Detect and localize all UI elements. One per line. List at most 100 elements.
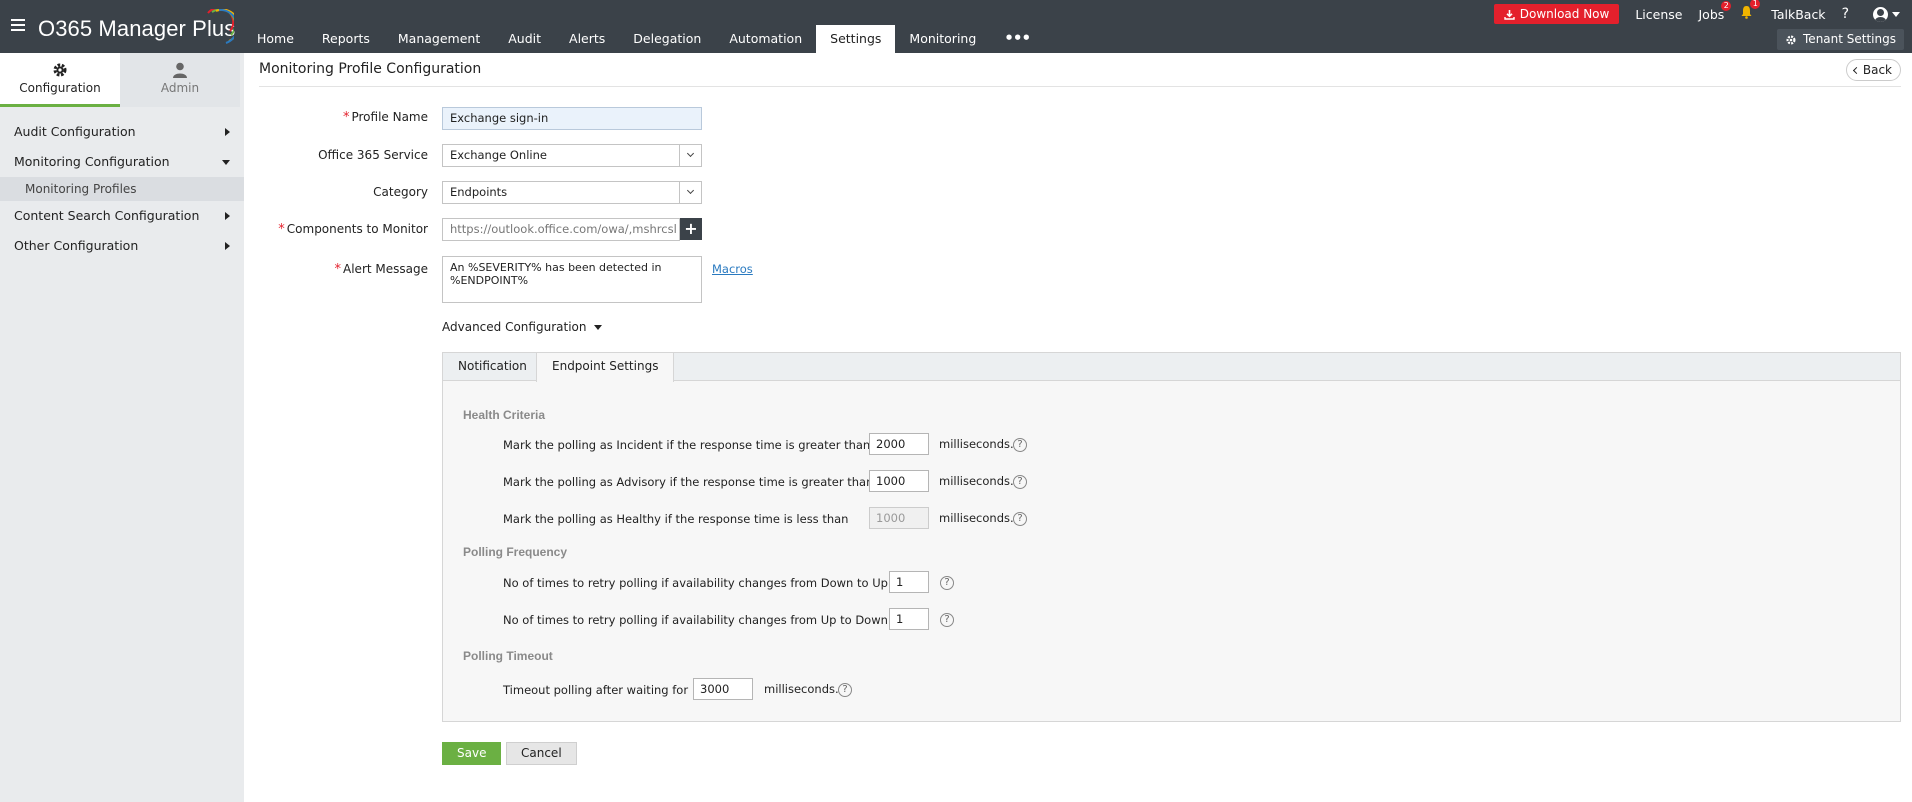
tenant-settings-button[interactable]: Tenant Settings xyxy=(1777,29,1904,50)
category-value: Endpoints xyxy=(450,185,508,199)
incident-threshold-input[interactable]: 2000 xyxy=(869,433,929,455)
sidebar-tab-configuration-label: Configuration xyxy=(19,81,101,95)
incident-unit: milliseconds. xyxy=(939,437,1014,451)
sidebar: Configuration Admin Audit Configuration … xyxy=(0,53,244,802)
user-avatar-icon xyxy=(1873,6,1888,22)
chevron-left-icon xyxy=(1852,66,1860,74)
nav-reports[interactable]: Reports xyxy=(308,25,384,53)
help-icon[interactable]: ? xyxy=(838,683,852,697)
profile-name-label-text: Profile Name xyxy=(351,110,428,124)
healthy-text: Mark the polling as Healthy if the respo… xyxy=(503,512,849,526)
incident-text: Mark the polling as Incident if the resp… xyxy=(503,438,871,452)
tab-notification[interactable]: Notification xyxy=(443,353,542,381)
polling-timeout-heading: Polling Timeout xyxy=(463,649,553,663)
healthy-unit: milliseconds. xyxy=(939,511,1014,525)
jobs-link[interactable]: Jobs 2 xyxy=(1698,0,1732,22)
user-menu[interactable] xyxy=(1873,6,1900,22)
advisory-threshold-input[interactable]: 1000 xyxy=(869,470,929,492)
sidebar-tab-configuration[interactable]: Configuration xyxy=(0,53,120,107)
chevron-down-icon xyxy=(594,324,603,330)
nav-alerts[interactable]: Alerts xyxy=(555,25,619,53)
help-icon[interactable]: ? xyxy=(1013,438,1027,452)
timeout-text: Timeout polling after waiting for xyxy=(503,683,689,697)
nav-management[interactable]: Management xyxy=(384,25,494,53)
top-right-bar: Download Now License Jobs 2 1 TalkBack ? xyxy=(1493,0,1912,28)
divider xyxy=(259,86,1901,87)
nav-more-icon[interactable]: ••• xyxy=(990,25,1044,53)
help-icon[interactable]: ? xyxy=(1842,6,1849,22)
sidebar-tab-admin-label: Admin xyxy=(160,81,200,95)
office365-service-label: Office 365 Service xyxy=(318,148,428,162)
advisory-unit: milliseconds. xyxy=(939,474,1014,488)
talkback-link[interactable]: TalkBack xyxy=(1771,7,1825,22)
sidebar-menu: Audit Configuration Monitoring Configura… xyxy=(0,117,244,261)
chevron-right-icon xyxy=(225,128,230,136)
user-icon xyxy=(173,62,187,78)
tenant-settings-label: Tenant Settings xyxy=(1803,32,1896,46)
components-input[interactable]: https://outlook.office.com/owa/,mshrcsl xyxy=(442,218,680,241)
office365-service-select[interactable]: Exchange Online xyxy=(442,144,702,167)
profile-name-input[interactable]: Exchange sign-in xyxy=(442,107,702,130)
sidebar-item-label: Monitoring Configuration xyxy=(14,154,170,169)
tab-strip: Notification Endpoint Settings xyxy=(443,353,1900,382)
macros-link[interactable]: Macros xyxy=(712,262,753,276)
bell-badge: 1 xyxy=(1750,0,1761,9)
sidebar-item-other-configuration[interactable]: Other Configuration xyxy=(0,231,244,261)
license-link[interactable]: License xyxy=(1635,7,1682,22)
sidebar-item-monitoring-configuration[interactable]: Monitoring Configuration xyxy=(0,147,244,177)
add-component-button[interactable]: + xyxy=(680,218,702,240)
help-icon[interactable]: ? xyxy=(1013,475,1027,489)
office365-service-value: Exchange Online xyxy=(450,148,547,162)
sidebar-item-label: Content Search Configuration xyxy=(14,208,200,223)
nav-settings[interactable]: Settings xyxy=(816,25,896,53)
health-criteria-heading: Health Criteria xyxy=(463,408,546,422)
down-to-up-retry-input[interactable]: 1 xyxy=(889,571,929,593)
category-label: Category xyxy=(373,185,428,199)
chevron-right-icon xyxy=(225,242,230,250)
tab-endpoint-settings[interactable]: Endpoint Settings xyxy=(536,353,675,382)
nav-delegation[interactable]: Delegation xyxy=(619,25,715,53)
required-asterisk: * xyxy=(342,110,350,125)
advanced-tab-panel: Notification Endpoint Settings Health Cr… xyxy=(442,352,1901,722)
hamburger-menu-icon[interactable] xyxy=(11,19,25,31)
plus-icon: + xyxy=(684,219,698,238)
sidebar-item-monitoring-profiles[interactable]: Monitoring Profiles xyxy=(0,177,244,201)
nav-home[interactable]: Home xyxy=(243,25,308,53)
download-now-button[interactable]: Download Now xyxy=(1493,4,1620,24)
sidebar-item-audit-configuration[interactable]: Audit Configuration xyxy=(0,117,244,147)
jobs-badge: 2 xyxy=(1721,0,1732,11)
chevron-right-icon xyxy=(225,212,230,220)
download-icon xyxy=(1504,9,1515,20)
alert-message-textarea[interactable]: An %SEVERITY% has been detected in %ENDP… xyxy=(442,256,702,303)
nav-audit[interactable]: Audit xyxy=(494,25,555,53)
help-icon[interactable]: ? xyxy=(940,576,954,590)
polling-frequency-heading: Polling Frequency xyxy=(463,545,568,559)
timeout-input[interactable]: 3000 xyxy=(693,678,753,700)
page-title: Monitoring Profile Configuration xyxy=(259,61,482,77)
help-icon[interactable]: ? xyxy=(1013,512,1027,526)
back-button[interactable]: Back xyxy=(1845,59,1901,81)
top-bar: O365 Manager Plus Home Reports Managemen… xyxy=(0,0,1912,53)
cancel-button[interactable]: Cancel xyxy=(506,742,577,765)
nav-automation[interactable]: Automation xyxy=(715,25,816,53)
logo-swoosh-icon xyxy=(207,9,234,44)
notifications-bell[interactable]: 1 xyxy=(1740,0,1761,23)
jobs-label: Jobs xyxy=(1698,6,1725,22)
up-to-down-text: No of times to retry polling if availabi… xyxy=(503,613,888,627)
sidebar-tab-admin[interactable]: Admin xyxy=(120,53,240,107)
category-select[interactable]: Endpoints xyxy=(442,181,702,204)
gear-icon xyxy=(1786,34,1796,45)
alert-message-label: * Alert Message xyxy=(228,262,428,277)
sidebar-item-content-search-configuration[interactable]: Content Search Configuration xyxy=(0,201,244,231)
save-button[interactable]: Save xyxy=(442,742,502,765)
help-icon[interactable]: ? xyxy=(940,613,954,627)
sidebar-item-label: Other Configuration xyxy=(14,238,139,253)
sidebar-tabs: Configuration Admin xyxy=(0,53,244,107)
nav-monitoring[interactable]: Monitoring xyxy=(895,25,990,53)
advanced-configuration-toggle[interactable]: Advanced Configuration xyxy=(442,320,603,334)
profile-name-label: * Profile Name xyxy=(228,110,428,125)
back-label: Back xyxy=(1862,63,1892,77)
healthy-threshold-input: 1000 xyxy=(869,507,929,529)
up-to-down-retry-input[interactable]: 1 xyxy=(889,608,929,630)
chevron-down-icon xyxy=(1892,11,1900,17)
